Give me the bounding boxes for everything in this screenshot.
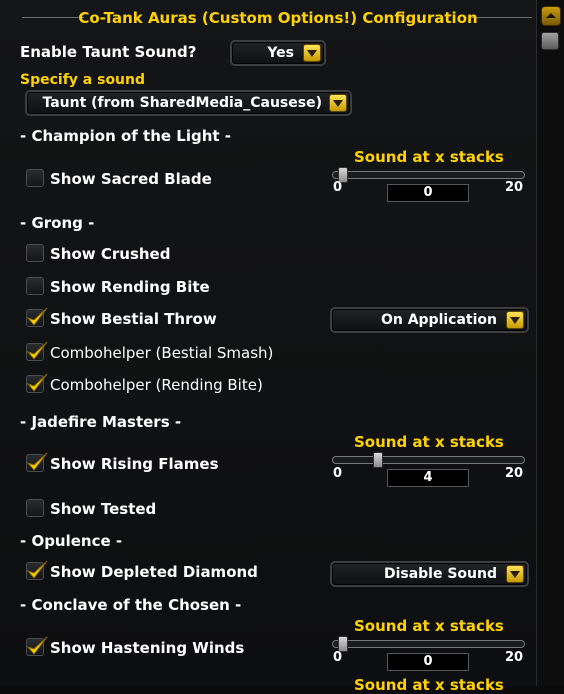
depleted-diamond-dropdown-value: Disable Sound <box>383 566 497 582</box>
chevron-down-icon[interactable] <box>506 565 524 583</box>
section-champion-of-the-light: - Champion of the Light - <box>20 127 232 145</box>
scrollbar[interactable] <box>536 0 564 686</box>
rising-flames-checkbox[interactable] <box>26 452 48 472</box>
slider-track[interactable] <box>332 171 525 179</box>
bestial-throw-label: Show Bestial Throw <box>50 310 217 328</box>
combo-bite-label: Combohelper (Rending Bite) <box>50 376 263 394</box>
rising-flames-label: Show Rising Flames <box>50 455 219 473</box>
window-title: Co-Tank Auras (Custom Options!) Configur… <box>78 9 478 27</box>
checkmark-icon <box>26 307 48 326</box>
combo-smash-label: Combohelper (Bestial Smash) <box>50 344 274 362</box>
section-grong: - Grong - <box>20 214 95 232</box>
bestial-throw-checkbox[interactable] <box>26 307 48 327</box>
rending-bite-checkbox[interactable] <box>26 277 44 295</box>
sound-select-dropdown[interactable]: Taunt (from SharedMedia_Causese) <box>25 90 352 116</box>
checkmark-icon <box>26 341 48 360</box>
hastening-winds-label: Show Hastening Winds <box>50 639 245 657</box>
chevron-down-icon[interactable] <box>303 44 321 62</box>
config-panel: Co-Tank Auras (Custom Options!) Configur… <box>0 0 536 694</box>
sacred-blade-checkbox[interactable] <box>26 169 44 187</box>
title-row: Co-Tank Auras (Custom Options!) Configur… <box>0 6 536 28</box>
slider-min: 0 <box>333 650 343 665</box>
checkmark-icon <box>26 452 48 471</box>
checkmark-icon <box>26 560 48 579</box>
slider-min: 0 <box>333 466 343 481</box>
slider-track[interactable] <box>332 456 525 464</box>
bestial-throw-dropdown-value: On Application <box>380 312 497 328</box>
scroll-thumb[interactable] <box>541 32 559 50</box>
rending-bite-label: Show Rending Bite <box>50 278 210 296</box>
slider-label: Sound at x stacks <box>354 433 504 451</box>
tested-label: Show Tested <box>50 500 157 518</box>
enable-taunt-value: Yes <box>267 45 294 61</box>
section-jadefire-masters: - Jadefire Masters - <box>20 413 182 431</box>
slider-min: 0 <box>333 180 343 195</box>
slider-label: Sound at x stacks <box>354 617 504 635</box>
sound-select-label: Specify a sound <box>20 72 146 88</box>
scroll-up-icon[interactable] <box>541 6 561 26</box>
depleted-diamond-label: Show Depleted Diamond <box>50 563 258 581</box>
checkmark-icon <box>26 373 48 392</box>
bestial-throw-dropdown[interactable]: On Application <box>330 307 529 333</box>
combo-smash-checkbox[interactable] <box>26 341 48 361</box>
slider-label: Sound at x stacks <box>354 676 504 694</box>
crushed-label: Show Crushed <box>50 245 171 263</box>
slider-max: 20 <box>505 466 524 481</box>
enable-taunt-dropdown[interactable]: Yes <box>230 40 326 66</box>
slider-value-input[interactable]: 4 <box>387 469 469 487</box>
depleted-diamond-checkbox[interactable] <box>26 560 48 580</box>
slider-thumb[interactable] <box>373 452 383 468</box>
combo-bite-checkbox[interactable] <box>26 373 48 393</box>
slider-label: Sound at x stacks <box>354 148 504 166</box>
slider-track[interactable] <box>332 640 525 648</box>
sacred-blade-label: Show Sacred Blade <box>50 170 212 188</box>
chevron-down-icon[interactable] <box>506 311 524 329</box>
slider-max: 20 <box>505 180 524 195</box>
crushed-checkbox[interactable] <box>26 244 44 262</box>
slider-max: 20 <box>505 650 524 665</box>
enable-taunt-label: Enable Taunt Sound? <box>20 43 197 61</box>
checkmark-icon <box>26 636 48 655</box>
depleted-diamond-dropdown[interactable]: Disable Sound <box>330 561 529 587</box>
tested-checkbox[interactable] <box>26 499 44 517</box>
section-conclave-of-the-chosen: - Conclave of the Chosen - <box>20 596 242 614</box>
chevron-down-icon[interactable] <box>329 94 347 112</box>
slider-value-input[interactable]: 0 <box>387 184 469 202</box>
section-opulence: - Opulence - <box>20 532 123 550</box>
sound-select-value: Taunt (from SharedMedia_Causese) <box>42 95 322 111</box>
slider-value-input[interactable]: 0 <box>387 653 469 671</box>
hastening-winds-checkbox[interactable] <box>26 636 48 656</box>
